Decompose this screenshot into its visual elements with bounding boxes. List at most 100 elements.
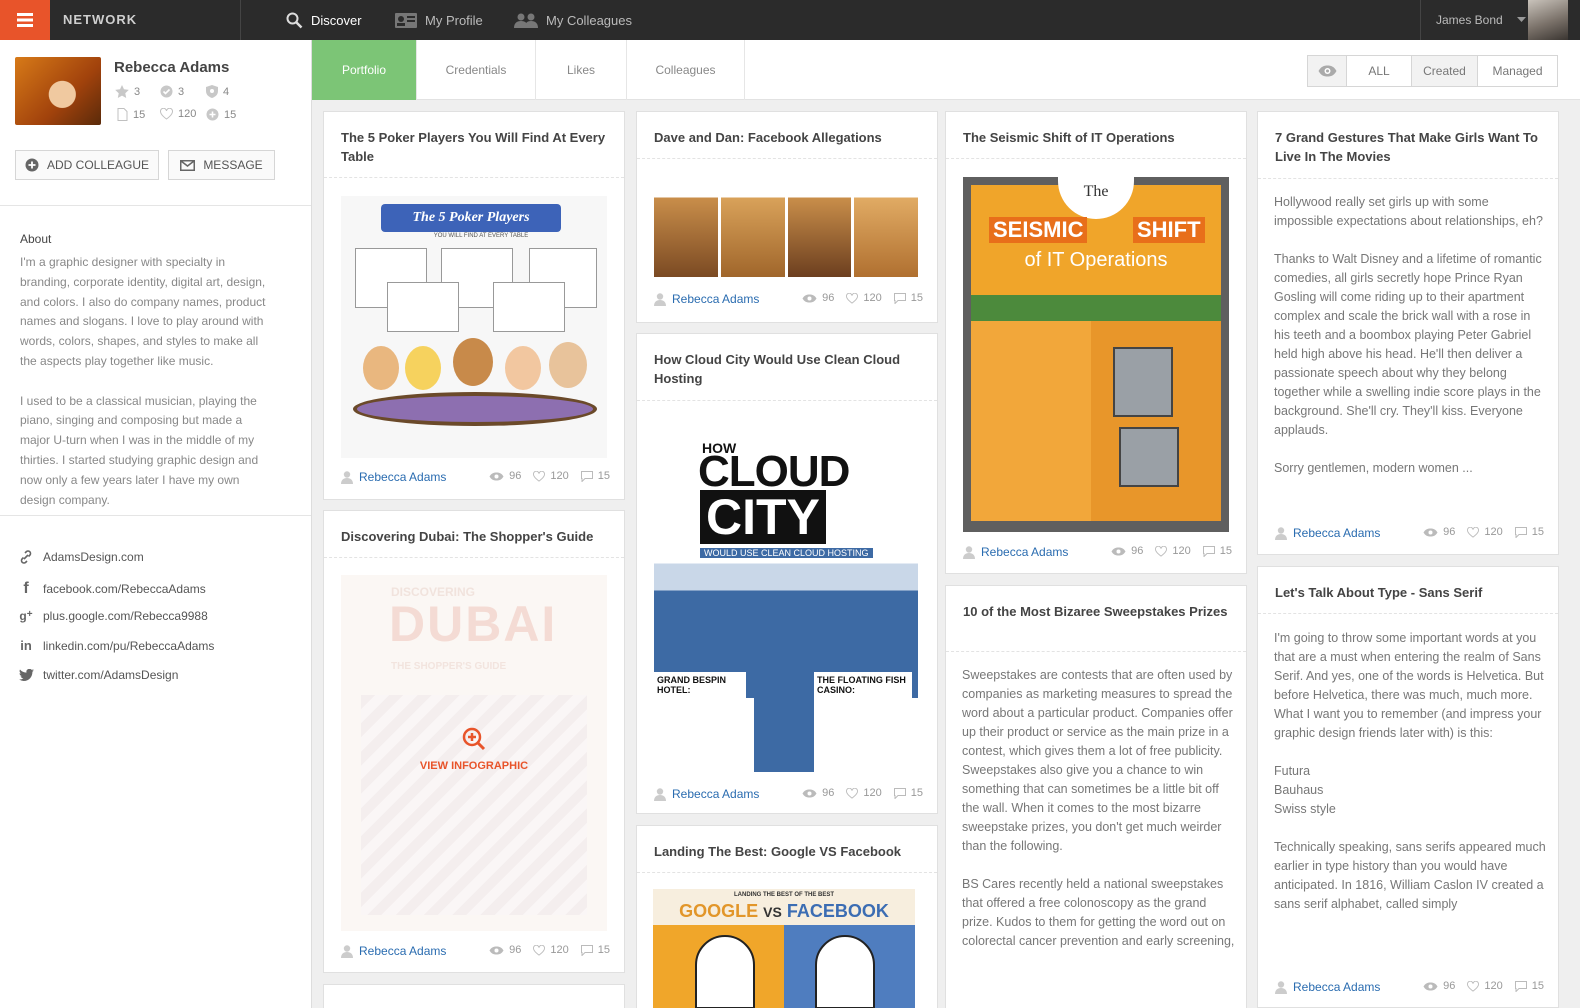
author-link[interactable]: Rebecca Adams — [341, 470, 446, 484]
comment-icon — [1514, 980, 1527, 992]
card-title[interactable]: Dave and Dan: Facebook Allegations — [654, 128, 923, 147]
infographic-title: CITY — [700, 490, 826, 544]
portfolio-card-dubai[interactable]: Discovering Dubai: The Shopper's Guide D… — [323, 510, 625, 973]
card-title[interactable]: Landing The Best: Google VS Facebook — [654, 842, 923, 861]
card-title[interactable]: 7 Grand Gestures That Make Girls Want To… — [1275, 128, 1544, 166]
portfolio-card-landing-the-best[interactable]: Landing The Best: Google VS Facebook LAN… — [636, 825, 938, 1008]
nav-label: My Profile — [425, 12, 483, 28]
card-title[interactable]: Discovering Dubai: The Shopper's Guide — [341, 527, 610, 546]
card-title[interactable]: Let's Talk About Type - Sans Serif — [1275, 583, 1544, 602]
comments-count[interactable]: 15 — [1514, 980, 1544, 992]
views-count: 96 — [1111, 545, 1143, 557]
card-title[interactable]: 10 of the Most Bizaree Sweepstakes Prize… — [963, 602, 1232, 621]
id-card-icon — [395, 12, 417, 28]
facebook-link[interactable]: f facebook.com/RebeccaAdams — [18, 580, 205, 598]
card-image-google-vs-facebook[interactable]: LANDING THE BEST OF THE BEST GOOGLE VS F… — [653, 889, 915, 1008]
comment-icon — [580, 944, 593, 956]
speech-bubble — [493, 282, 565, 332]
portfolio-card-partial[interactable] — [323, 984, 625, 1008]
likes-count[interactable]: 120 — [846, 787, 882, 799]
profile-avatar — [15, 57, 101, 125]
author-link[interactable]: Rebecca Adams — [1275, 980, 1380, 994]
comment-icon — [1514, 526, 1527, 538]
card-stats: 96 120 15 — [1423, 526, 1544, 538]
count-value: 120 — [550, 470, 569, 482]
likes-count[interactable]: 120 — [533, 470, 569, 482]
card-image-comic-strip[interactable] — [654, 175, 918, 277]
count-value: 120 — [863, 787, 882, 799]
count-value: 96 — [509, 944, 522, 956]
hamburger-menu-button[interactable] — [0, 0, 50, 40]
card-paragraph: I'm going to throw some important words … — [1274, 631, 1544, 740]
view-toggle-button[interactable] — [1308, 56, 1347, 86]
card-title[interactable]: The 5 Poker Players You Will Find At Eve… — [341, 128, 610, 166]
plus-circle-icon — [25, 158, 39, 172]
character — [695, 935, 755, 1008]
author-link[interactable]: Rebecca Adams — [963, 545, 1068, 559]
link-icon — [18, 550, 34, 564]
portfolio-card-dave-and-dan[interactable]: Dave and Dan: Facebook Allegations Rebec… — [636, 111, 938, 323]
author-link[interactable]: Rebecca Adams — [654, 292, 759, 306]
portfolio-card-grand-gestures[interactable]: 7 Grand Gestures That Make Girls Want To… — [1257, 111, 1559, 555]
views-count: 96 — [802, 292, 834, 304]
card-image-poker-infographic[interactable]: The 5 Poker Players YOU WILL FIND AT EVE… — [341, 196, 607, 458]
add-colleague-button[interactable]: ADD COLLEAGUE — [15, 150, 159, 180]
chevron-down-icon — [1516, 17, 1526, 22]
card-image-seismic-infographic[interactable]: The SEISMIC SHIFT of IT Operations — [963, 177, 1229, 532]
portfolio-card-seismic-shift[interactable]: The Seismic Shift of IT Operations The S… — [945, 111, 1247, 574]
author-link[interactable]: Rebecca Adams — [654, 787, 759, 801]
stat-stars: 3 — [115, 85, 140, 98]
tab-colleagues[interactable]: Colleagues — [627, 40, 745, 100]
character — [549, 342, 587, 388]
comments-count[interactable]: 15 — [893, 292, 923, 304]
portfolio-card-sans-serif[interactable]: Let's Talk About Type - Sans Serif I'm g… — [1257, 566, 1559, 1008]
comments-count[interactable]: 15 — [580, 470, 610, 482]
count-value: 96 — [822, 787, 835, 799]
google-plus-link[interactable]: g + plus.google.com/Rebecca9988 — [18, 609, 207, 623]
nav-my-colleagues[interactable]: My Colleagues — [514, 0, 632, 40]
portfolio-card-poker[interactable]: The 5 Poker Players You Will Find At Eve… — [323, 111, 625, 500]
author-name: Rebecca Adams — [1293, 980, 1381, 994]
user-menu[interactable]: James Bond — [1436, 0, 1526, 40]
likes-count[interactable]: 120 — [1467, 980, 1503, 992]
twitter-link[interactable]: twitter.com/AdamsDesign — [18, 668, 178, 682]
infographic-subtitle: WOULD USE CLEAN CLOUD HOSTING — [700, 548, 873, 558]
card-footer: Rebecca Adams 96 120 15 — [1275, 980, 1544, 998]
stat-documents: 15 — [117, 108, 145, 121]
comments-count[interactable]: 15 — [1514, 526, 1544, 538]
comments-count[interactable]: 15 — [893, 787, 923, 799]
author-link[interactable]: Rebecca Adams — [341, 944, 446, 958]
author-link[interactable]: Rebecca Adams — [1275, 526, 1380, 540]
card-title[interactable]: The Seismic Shift of IT Operations — [963, 128, 1232, 147]
filter-created[interactable]: Created — [1412, 56, 1478, 86]
nav-my-profile[interactable]: My Profile — [395, 0, 483, 40]
tab-likes[interactable]: Likes — [536, 40, 627, 100]
filter-managed[interactable]: Managed — [1478, 56, 1557, 86]
tab-credentials[interactable]: Credentials — [417, 40, 536, 100]
view-infographic-overlay[interactable]: VIEW INFOGRAPHIC — [324, 727, 624, 772]
linkedin-link[interactable]: in linkedin.com/pu/RebeccaAdams — [18, 638, 214, 653]
message-button[interactable]: MESSAGE — [168, 150, 275, 180]
user-avatar[interactable] — [1528, 0, 1568, 40]
card-image-cloud-city-infographic[interactable]: HOW CLOUD CITY WOULD USE CLEAN CLOUD HOS… — [654, 436, 918, 772]
portfolio-card-cloud-city[interactable]: How Cloud City Would Use Clean Cloud Hos… — [636, 333, 938, 814]
comments-count[interactable]: 15 — [1202, 545, 1232, 557]
card-stats: 96 120 15 — [802, 787, 923, 799]
nav-discover[interactable]: Discover — [286, 0, 362, 40]
likes-count[interactable]: 120 — [1467, 526, 1503, 538]
portfolio-card-sweepstakes[interactable]: 10 of the Most Bizaree Sweepstakes Prize… — [945, 585, 1247, 1008]
likes-count[interactable]: 120 — [533, 944, 569, 956]
website-link[interactable]: AdamsDesign.com — [18, 550, 144, 564]
filter-all[interactable]: ALL — [1347, 56, 1412, 86]
author-name: Rebecca Adams — [672, 292, 760, 306]
card-footer: Rebecca Adams 96 120 15 — [1275, 526, 1544, 544]
likes-count[interactable]: 120 — [1155, 545, 1191, 557]
tab-portfolio[interactable]: Portfolio — [312, 40, 417, 100]
comments-count[interactable]: 15 — [580, 944, 610, 956]
card-title[interactable]: How Cloud City Would Use Clean Cloud Hos… — [654, 350, 923, 388]
infographic-text: THE FLOATING FISH CASINO: — [814, 672, 912, 698]
divider — [324, 177, 624, 178]
likes-count[interactable]: 120 — [846, 292, 882, 304]
divider — [240, 0, 241, 40]
heart-icon — [846, 292, 859, 304]
